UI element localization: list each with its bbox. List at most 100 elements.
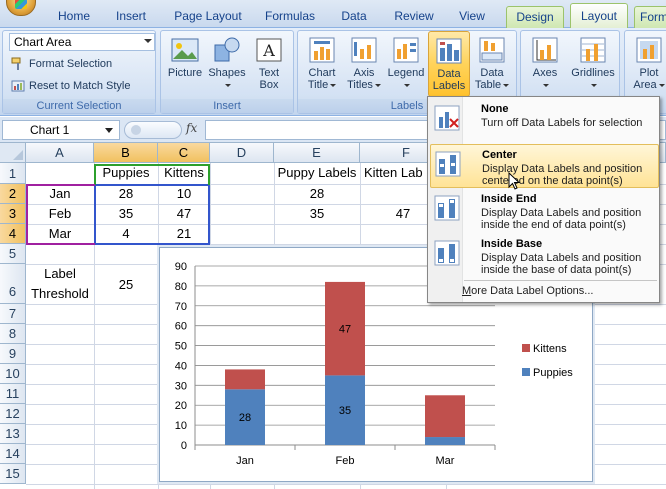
row-header-13[interactable]: 13: [0, 424, 26, 444]
row-header-7[interactable]: 7: [0, 304, 26, 324]
axis-titles-label-2: Titles: [347, 79, 373, 91]
col-header-e[interactable]: E: [274, 143, 360, 163]
tab-data[interactable]: Data: [332, 6, 376, 28]
chevron-down-icon: [658, 83, 665, 87]
menu-item-inside-base[interactable]: Inside Base Display Data Labels and posi…: [430, 234, 659, 278]
tab-view[interactable]: View: [450, 6, 494, 28]
tab-page-layout[interactable]: Page Layout: [166, 6, 250, 28]
format-selection-button[interactable]: Format Selection: [9, 55, 112, 73]
col-header-d[interactable]: D: [210, 143, 274, 163]
gridlines-button[interactable]: Gridlines: [569, 35, 617, 97]
shapes-button[interactable]: Shapes: [207, 35, 247, 97]
tab-insert[interactable]: Insert: [106, 6, 156, 28]
formula-bar-resize-handle[interactable]: [124, 121, 182, 139]
inside-end-labels-icon: [434, 195, 460, 221]
axes-label: Axes: [532, 67, 558, 79]
svg-text:A: A: [262, 41, 275, 60]
insert-function-button[interactable]: fx: [186, 121, 197, 135]
cell-b6[interactable]: 25: [94, 277, 158, 292]
text-box-icon: A: [256, 38, 282, 62]
office-button[interactable]: [6, 0, 36, 16]
data-labels-button[interactable]: Data Labels: [428, 31, 470, 100]
bar-kittens-jan: [225, 369, 265, 390]
chart-elements-combo[interactable]: Chart Area: [9, 33, 155, 51]
menu-item-none[interactable]: None Turn off Data Labels for selection: [430, 99, 659, 143]
col-header-a[interactable]: A: [26, 143, 94, 163]
col-header-b[interactable]: B: [94, 143, 158, 163]
cell-e1[interactable]: Puppy Labels: [274, 165, 360, 180]
text-box-label-1: Text: [258, 67, 280, 79]
y-tick-label: 50: [175, 341, 187, 353]
y-tick-label: 40: [175, 360, 187, 372]
no-labels-icon: [434, 105, 460, 131]
row-header-9[interactable]: 9: [0, 344, 26, 364]
cell-e3[interactable]: 35: [274, 206, 360, 221]
y-tick-label: 60: [175, 321, 187, 333]
chevron-down-icon: [144, 39, 152, 43]
more-data-label-options[interactable]: More Data Label Options...: [462, 285, 593, 297]
current-selection-label: Current Selection: [3, 99, 155, 113]
row-header-4[interactable]: 4: [0, 224, 26, 244]
tab-design[interactable]: Design: [506, 6, 564, 28]
y-tick-label: 70: [175, 301, 187, 313]
cell-a6-line1[interactable]: Label: [26, 266, 94, 281]
row-header-1[interactable]: 1: [0, 163, 26, 184]
chevron-down-icon: [330, 83, 337, 87]
bar-puppies-mar: [425, 437, 465, 445]
cell-a6-line2[interactable]: Threshold: [26, 286, 94, 301]
row-header-5[interactable]: 5: [0, 244, 26, 264]
menu-item-center[interactable]: Center Display Data Labels and position …: [430, 144, 659, 188]
legend-icon: [393, 37, 419, 63]
row-header-6[interactable]: 6: [0, 264, 26, 304]
chevron-down-icon: [503, 83, 510, 87]
picture-icon: [171, 38, 199, 62]
chart-title-button[interactable]: Chart Title: [302, 35, 342, 97]
menu-item-inside-base-desc: Display Data Labels and position inside …: [481, 252, 642, 276]
tab-layout[interactable]: Layout: [570, 3, 628, 28]
ribbon-tab-bar: Home Insert Page Layout Formulas Data Re…: [0, 0, 666, 28]
chevron-down-icon: [404, 83, 410, 87]
tab-format[interactable]: Form: [634, 6, 666, 28]
plot-area-button[interactable]: Plot Area: [629, 35, 666, 97]
legend-label: Legend: [387, 67, 425, 79]
row-header-2[interactable]: 2: [0, 184, 26, 204]
row-header-12[interactable]: 12: [0, 404, 26, 424]
reset-style-label: Reset to Match Style: [29, 80, 131, 92]
row-header-10[interactable]: 10: [0, 364, 26, 384]
tab-formulas[interactable]: Formulas: [258, 6, 322, 28]
legend-button[interactable]: Legend: [386, 35, 426, 97]
name-box[interactable]: Chart 1: [2, 120, 120, 140]
data-table-button[interactable]: Data Table: [472, 35, 512, 97]
row-header-3[interactable]: 3: [0, 204, 26, 224]
chevron-down-icon: [543, 83, 549, 87]
current-selection-group: Chart Area Format Selection Reset to Mat…: [2, 30, 156, 114]
row-header-8[interactable]: 8: [0, 324, 26, 344]
data-label: 28: [239, 412, 251, 424]
picture-label: Picture: [167, 67, 203, 79]
bar-kittens-mar: [425, 395, 465, 438]
menu-item-inside-end[interactable]: Inside End Display Data Labels and posit…: [430, 189, 659, 233]
picture-button[interactable]: Picture: [165, 35, 205, 97]
col-header-c[interactable]: C: [158, 143, 210, 163]
axis-titles-button[interactable]: Axis Titles: [344, 35, 384, 97]
select-all-corner[interactable]: [0, 143, 26, 163]
menu-item-inside-base-title: Inside Base: [481, 238, 543, 250]
chart-title-label-1: Chart: [308, 67, 336, 79]
data-label: 35: [339, 405, 351, 417]
tab-review[interactable]: Review: [386, 6, 442, 28]
text-box-button[interactable]: A Text Box: [249, 35, 289, 97]
axes-icon: [532, 37, 558, 63]
data-labels-label-2: Labels: [432, 80, 466, 92]
chevron-down-icon: [374, 83, 381, 87]
axes-button[interactable]: Axes: [525, 35, 565, 97]
chart-title-label-2: Title: [307, 79, 329, 91]
row-header-11[interactable]: 11: [0, 384, 26, 404]
chart-elements-value: Chart Area: [14, 35, 72, 49]
row-header-15[interactable]: 15: [0, 464, 26, 484]
cell-e2[interactable]: 28: [274, 186, 360, 201]
tab-home[interactable]: Home: [50, 6, 98, 28]
data-table-label-1: Data: [480, 67, 504, 79]
reset-to-match-style-button[interactable]: Reset to Match Style: [9, 77, 131, 95]
row-header-14[interactable]: 14: [0, 444, 26, 464]
plot-area-icon: [636, 37, 662, 63]
